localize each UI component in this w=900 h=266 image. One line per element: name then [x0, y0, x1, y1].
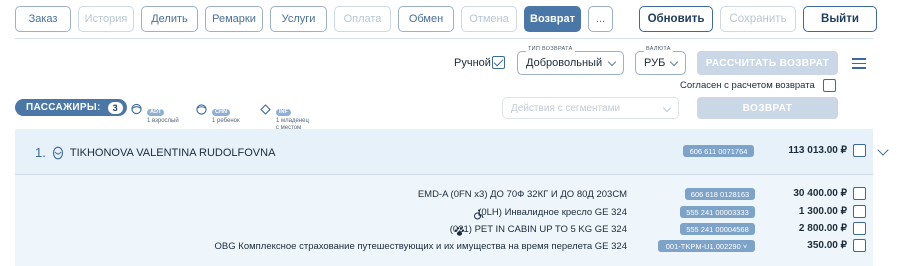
agree-label: Согласен с расчетом возврата [680, 80, 815, 91]
services-panel: EMD-A (0FN x3) ДО 70Ф 32КГ И ДО 80Д 203С… [15, 174, 873, 266]
return-type-caption: ТИП ВОЗВРАТА [526, 46, 575, 52]
return-type-select[interactable]: ТИП ВОЗВРАТА Добровольный [517, 46, 624, 75]
service-amount: 350.00 ₽ [807, 240, 847, 251]
service-text: (0LH) Инвалидное кресло GE 324 [478, 207, 627, 218]
toolbar: Заказ История Делить Ремарки Услуги Опла… [15, 6, 613, 32]
service-select-badge[interactable]: 001-TKPM-U1.002290 ˅ [658, 240, 755, 252]
service-checkbox[interactable] [853, 205, 866, 218]
infant-desc: 1 младенец [276, 118, 309, 124]
expand-chevron-icon[interactable] [877, 144, 889, 156]
toolbar-divider [15, 38, 873, 39]
services-button[interactable]: Услуги [270, 6, 327, 32]
currency-value: РУБ [644, 57, 666, 69]
infant-icon [260, 104, 271, 115]
currency-select[interactable]: ВАЛЮТА РУБ [635, 46, 686, 75]
service-text: OBG Комплексное страхование путешествующ… [214, 241, 627, 252]
passengers-count: 3 [107, 101, 123, 114]
passenger-icon [52, 146, 63, 159]
service-text: (021) PET IN CABIN UP TO 5 KG GE 324 [449, 224, 627, 235]
service-checkbox[interactable] [853, 239, 866, 252]
exit-button[interactable]: Выйти [803, 6, 877, 32]
passengers-badge: ПАССАЖИРЫ: 3 [15, 99, 127, 116]
ticket-badge[interactable]: 606 611 0071764 [683, 145, 754, 157]
child-icon [196, 104, 207, 115]
agree-checkbox[interactable] [823, 79, 836, 92]
child-code: CHN [212, 109, 230, 116]
currency-caption: ВАЛЮТА [644, 46, 673, 52]
refresh-button[interactable]: Обновить [639, 6, 713, 32]
service-badge[interactable]: 555 241 00003333 [680, 206, 755, 218]
infant-code: INF [276, 109, 291, 116]
child-desc: 1 ребенок [212, 118, 240, 124]
return-button[interactable]: ВОЗВРАТ [697, 97, 838, 119]
menu-icon[interactable] [852, 58, 866, 72]
service-emd-badge[interactable]: 606 618 0128163 [685, 188, 755, 200]
save-button[interactable]: Сохранить [720, 6, 796, 32]
refund-button[interactable]: Возврат [524, 6, 581, 32]
return-screen: Заказ История Делить Ремарки Услуги Опла… [0, 0, 900, 266]
exchange-button[interactable]: Обмен [398, 6, 454, 32]
manual-label: Ручной [454, 57, 491, 69]
cancel-button[interactable]: Отмена [461, 6, 517, 32]
passenger-name: TIKHONOVA VALENTINA RUDOLFOVNA [69, 146, 276, 159]
service-text: EMD-A (0FN x3) ДО 70Ф 32КГ И ДО 80Д 203С… [417, 189, 627, 200]
passenger-row: 1. TIKHONOVA VALENTINA RUDOLFOVNA 606 61… [15, 129, 873, 174]
passenger-name-block: 1. TIKHONOVA VALENTINA RUDOLFOVNA [35, 145, 275, 160]
calculate-return-button[interactable]: РАССЧИТАТЬ ВОЗВРАТ [697, 51, 838, 75]
passengers-label: ПАССАЖИРЫ: [26, 102, 101, 113]
service-badge[interactable]: 555 241 00004568 [680, 223, 755, 235]
pax-type-adult: ADT 1 взрослый [130, 100, 179, 125]
passenger-number: 1. [35, 145, 46, 160]
order-button[interactable]: Заказ [15, 6, 71, 32]
passenger-total: 113 013.00 ₽ [788, 145, 847, 156]
pax-type-infant: INF 1 младенец с местом [259, 100, 309, 132]
payment-button[interactable]: Оплата [334, 6, 391, 32]
adult-code: ADT [147, 109, 165, 116]
passenger-checkbox[interactable] [853, 144, 866, 157]
history-button[interactable]: История [78, 6, 134, 32]
manual-checkbox[interactable] [492, 56, 505, 69]
return-type-value: Добровольный [526, 57, 603, 69]
remarks-button[interactable]: Ремарки [205, 6, 263, 32]
adult-icon [131, 103, 142, 115]
segments-placeholder: Действия с сегментами [511, 102, 621, 114]
more-button[interactable]: ... [588, 6, 613, 32]
split-button[interactable]: Делить [141, 6, 198, 32]
segments-actions-select[interactable]: Действия с сегментами [502, 97, 679, 119]
service-checkbox[interactable] [853, 222, 866, 235]
chevron-down-icon [669, 57, 679, 67]
service-amount: 2 800.00 ₽ [798, 223, 847, 234]
service-amount: 1 300.00 ₽ [798, 206, 847, 217]
service-checkbox[interactable] [853, 187, 866, 200]
pax-type-child: CHN 1 ребенок [195, 100, 240, 125]
chevron-down-icon [662, 103, 672, 113]
service-amount: 30 400.00 ₽ [793, 188, 847, 199]
chevron-down-icon [607, 57, 617, 67]
adult-desc: 1 взрослый [147, 118, 179, 124]
